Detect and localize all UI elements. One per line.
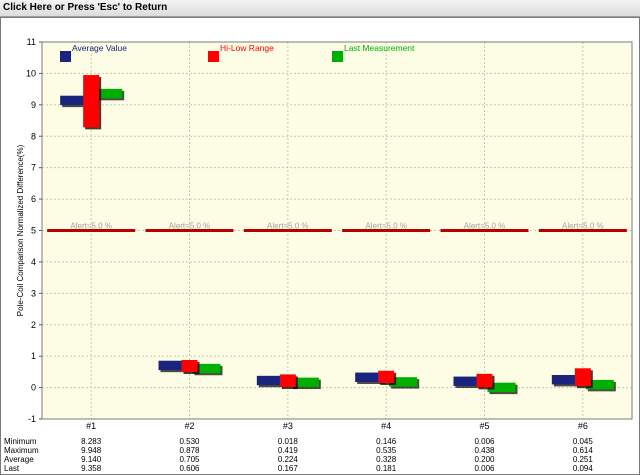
stats-row-label: Last [4, 464, 20, 473]
stats-cell: 0.705 [179, 455, 200, 464]
legend-swatch [60, 51, 71, 62]
stats-cell: 0.094 [572, 464, 593, 473]
stats-cell: 0.181 [376, 464, 397, 473]
y-tick-label: -1 [28, 414, 36, 424]
x-tick-label: #5 [479, 421, 489, 431]
range-bar [83, 75, 100, 128]
range-bar [181, 359, 198, 372]
legend-label: Hi-Low Range [220, 43, 274, 53]
alert-label: Alert=5.0 % [70, 222, 112, 231]
stats-cell: 0.328 [376, 455, 397, 464]
legend-swatch [208, 51, 219, 62]
stats-table: Minimum 8.283 0.530 0.018 0.146 0.006 0.045 Max… [0, 437, 640, 475]
x-tick-label: #3 [283, 421, 293, 431]
y-tick-label: 3 [31, 288, 36, 298]
x-tick-label: #4 [381, 421, 391, 431]
stats-cell: 0.614 [572, 446, 593, 455]
stats-cell: 9.140 [81, 455, 102, 464]
stats-cell: 0.251 [572, 455, 593, 464]
stats-cell: 0.146 [376, 437, 397, 446]
stats-cell: 8.283 [81, 437, 102, 446]
stats-cell: 0.606 [179, 464, 200, 473]
stats-cell: 0.535 [376, 446, 397, 455]
y-tick-label: 6 [31, 194, 36, 204]
stats-cell: 9.948 [81, 446, 102, 455]
stats-cell: 0.224 [277, 455, 298, 464]
alert-label: Alert=5.0 % [169, 222, 211, 231]
y-tick-label: 1 [31, 351, 36, 361]
y-tick-label: 10 [26, 68, 36, 78]
stats-cell: 0.419 [277, 446, 298, 455]
stats-cell: 0.530 [179, 437, 200, 446]
y-tick-label: 5 [31, 226, 36, 236]
y-tick-label: 7 [31, 163, 36, 173]
y-tick-label: 11 [27, 37, 36, 47]
stats-cell: 0.006 [474, 437, 495, 446]
legend-label: Average Value [72, 43, 127, 53]
y-tick-label: 0 [31, 383, 36, 393]
stats-cell: 0.200 [474, 455, 495, 464]
stats-cell: 0.438 [474, 446, 495, 455]
stats-row-label: Minimum [4, 437, 37, 446]
stats-cell: 0.006 [474, 464, 495, 473]
alert-label: Alert=5.0 % [365, 222, 407, 231]
stats-cell: 9.358 [81, 464, 102, 473]
alert-label: Alert=5.0 % [562, 222, 604, 231]
y-tick-label: 4 [31, 257, 36, 267]
stats-cell: 0.045 [572, 437, 593, 446]
stats-row-label: Maximum [4, 446, 39, 455]
y-tick-label: 2 [31, 320, 36, 330]
range-bar [476, 373, 493, 388]
stats-cell: 0.018 [277, 437, 298, 446]
stats-cell: 0.167 [277, 464, 298, 473]
y-tick-label: 8 [31, 131, 36, 141]
x-tick-label: #6 [578, 421, 588, 431]
range-bar [378, 370, 395, 383]
x-tick-label: #2 [184, 421, 194, 431]
alert-label: Alert=5.0 % [267, 222, 309, 231]
stats-row-label: Average [4, 455, 34, 464]
alert-label: Alert=5.0 % [464, 222, 506, 231]
legend-swatch [332, 51, 343, 62]
range-bar [279, 374, 296, 388]
y-axis-label: Pole-Coil Comparison Normalized Differen… [16, 144, 25, 316]
stats-cell: 0.878 [179, 446, 200, 455]
chart: -1 0 1 2 3 4 5 6 7 8 9 10 11 Pole-Coil Comparison Nor… [16, 37, 633, 431]
y-tick-label: 9 [31, 100, 36, 110]
x-tick-label: #1 [86, 421, 96, 431]
range-bar [574, 368, 591, 387]
legend-label: Last Measurement [344, 43, 415, 53]
